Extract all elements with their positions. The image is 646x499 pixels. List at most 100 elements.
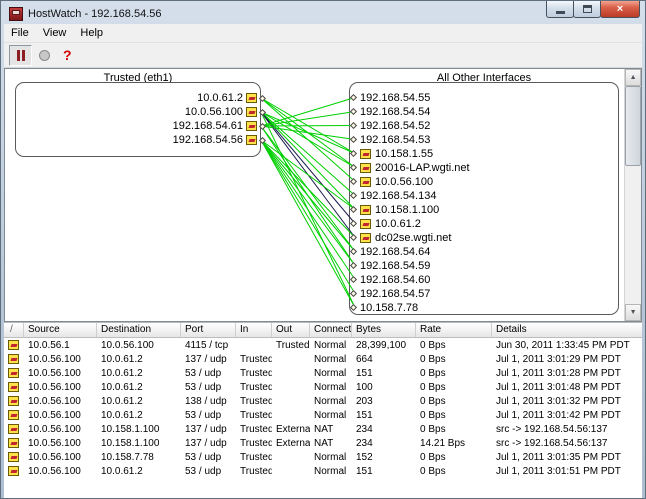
node-diamond-icon <box>350 192 357 199</box>
column-header-in[interactable]: In <box>236 323 272 337</box>
connection-icon <box>360 149 371 159</box>
column-header-out[interactable]: Out <box>272 323 310 337</box>
node-diamond-icon <box>259 94 266 101</box>
close-button[interactable]: × <box>600 1 640 18</box>
host-item[interactable]: 10.0.61.2 <box>15 92 265 105</box>
column-header-connect[interactable]: Connect... <box>310 323 352 337</box>
host-item[interactable]: 10.0.56.100 <box>351 175 433 188</box>
host-item[interactable]: 192.168.54.56 <box>15 134 265 147</box>
host-address: 10.0.61.2 <box>197 92 243 104</box>
host-item[interactable]: 10.0.61.2 <box>351 217 421 230</box>
table-row[interactable]: 10.0.56.10010.158.7.7853 / udpTrustedNor… <box>4 450 642 464</box>
host-item[interactable]: 192.168.54.52 <box>351 119 430 132</box>
column-header-details[interactable]: Details <box>492 323 642 337</box>
cell: Jul 1, 2011 3:01:32 PM PDT <box>492 396 642 407</box>
host-item[interactable]: 192.168.54.134 <box>351 189 436 202</box>
host-address: 192.168.54.56 <box>173 134 243 146</box>
cell: 152 <box>352 452 416 463</box>
host-item[interactable]: dc02se.wgti.net <box>351 231 451 244</box>
cell: Trusted <box>236 354 272 365</box>
minimize-button[interactable] <box>546 1 574 18</box>
menu-view[interactable]: View <box>36 25 74 41</box>
menu-help[interactable]: Help <box>73 25 110 41</box>
host-item[interactable]: 192.168.54.60 <box>351 273 430 286</box>
cell: 0 Bps <box>416 354 492 365</box>
cell: 10.0.56.100 <box>24 424 97 435</box>
row-connection-icon <box>4 452 24 462</box>
host-item[interactable]: 10.158.1.55 <box>351 147 433 160</box>
help-button[interactable]: ? <box>63 47 72 63</box>
host-address: 192.168.54.64 <box>360 246 430 258</box>
cell: 10.158.1.100 <box>97 424 181 435</box>
record-circle-icon <box>39 50 50 61</box>
pause-icon <box>17 50 25 61</box>
cell: NAT <box>310 424 352 435</box>
pause-display-button[interactable] <box>9 45 32 66</box>
host-item[interactable]: 192.168.54.64 <box>351 245 430 258</box>
graph-vertical-scrollbar[interactable]: ▲ ▼ <box>624 69 641 321</box>
host-item[interactable]: 192.168.54.61 <box>15 120 265 133</box>
connection-icon <box>360 163 371 173</box>
menu-file[interactable]: File <box>4 25 36 41</box>
host-item[interactable]: 10.0.56.100 <box>15 106 265 119</box>
continue-display-button[interactable] <box>33 45 56 66</box>
cell: Normal <box>310 410 352 421</box>
table-row[interactable]: 10.0.56.10010.0.61.253 / udpTrustedNorma… <box>4 366 642 380</box>
table-row[interactable]: 10.0.56.10010.0.61.253 / udpTrustedNorma… <box>4 380 642 394</box>
node-diamond-icon <box>259 108 266 115</box>
row-connection-icon <box>4 340 24 350</box>
cell: 137 / udp <box>181 424 236 435</box>
window-title: HostWatch - 192.168.54.56 <box>28 8 162 20</box>
table-header: /SourceDestinationPortInOutConnect...Byt… <box>4 323 642 338</box>
cell: 14.21 Bps <box>416 438 492 449</box>
column-header-rate[interactable]: Rate <box>416 323 492 337</box>
host-item[interactable]: 192.168.54.53 <box>351 133 430 146</box>
host-item[interactable]: 192.168.54.57 <box>351 287 430 300</box>
host-address: 192.168.54.59 <box>360 260 430 272</box>
cell: 138 / udp <box>181 396 236 407</box>
column-header-source[interactable]: Source <box>24 323 97 337</box>
scroll-up-icon[interactable]: ▲ <box>625 69 641 86</box>
cell: 664 <box>352 354 416 365</box>
cell: 10.0.56.100 <box>24 438 97 449</box>
table-row[interactable]: 10.0.56.10010.158.1.100137 / udpTrustedE… <box>4 422 642 436</box>
node-diamond-icon <box>350 234 357 241</box>
cell: 10.0.56.1 <box>24 340 97 351</box>
host-item[interactable]: 192.168.54.54 <box>351 105 430 118</box>
cell: 10.0.61.2 <box>97 410 181 421</box>
host-item[interactable]: 192.168.54.55 <box>351 91 430 104</box>
close-icon: × <box>617 3 623 15</box>
host-item[interactable]: 10.158.1.100 <box>351 203 439 216</box>
title-bar[interactable]: HostWatch - 192.168.54.56 × <box>4 3 642 24</box>
cell: Normal <box>310 382 352 393</box>
node-diamond-icon <box>350 122 357 129</box>
cell: 10.0.56.100 <box>97 340 181 351</box>
table-row[interactable]: 10.0.56.10010.0.61.2137 / udpTrustedNorm… <box>4 352 642 366</box>
scroll-down-icon[interactable]: ▼ <box>625 304 641 321</box>
table-row[interactable]: 10.0.56.10010.0.61.253 / udpTrustedNorma… <box>4 408 642 422</box>
cell: 10.0.56.100 <box>24 354 97 365</box>
maximize-button[interactable] <box>573 1 601 18</box>
column-header-destination[interactable]: Destination <box>97 323 181 337</box>
table-row[interactable]: 10.0.56.10010.0.61.2138 / udpTrustedNorm… <box>4 394 642 408</box>
connection-icon <box>360 205 371 215</box>
host-item[interactable]: 192.168.54.59 <box>351 259 430 272</box>
node-diamond-icon <box>350 304 357 311</box>
column-header-bytes[interactable]: Bytes <box>352 323 416 337</box>
cell: Trusted <box>236 368 272 379</box>
cell: Normal <box>310 368 352 379</box>
host-address: 192.168.54.61 <box>173 120 243 132</box>
cell: 10.0.61.2 <box>97 396 181 407</box>
column-header-port[interactable]: Port <box>181 323 236 337</box>
cell: NAT <box>310 438 352 449</box>
cell: Trusted <box>236 438 272 449</box>
table-row[interactable]: 10.0.56.10010.158.1.100137 / udpTrustedE… <box>4 436 642 450</box>
node-diamond-icon <box>350 276 357 283</box>
node-diamond-icon <box>350 178 357 185</box>
host-item[interactable]: 10.158.7.78 <box>351 301 418 314</box>
host-item[interactable]: 20016-LAP.wgti.net <box>351 161 470 174</box>
table-row[interactable]: 10.0.56.10010.0.61.253 / udpTrustedNorma… <box>4 464 642 476</box>
cell: Trusted <box>236 466 272 477</box>
table-row[interactable]: 10.0.56.110.0.56.1004115 / tcpTrustedNor… <box>4 338 642 352</box>
scrollbar-thumb[interactable] <box>625 86 641 166</box>
